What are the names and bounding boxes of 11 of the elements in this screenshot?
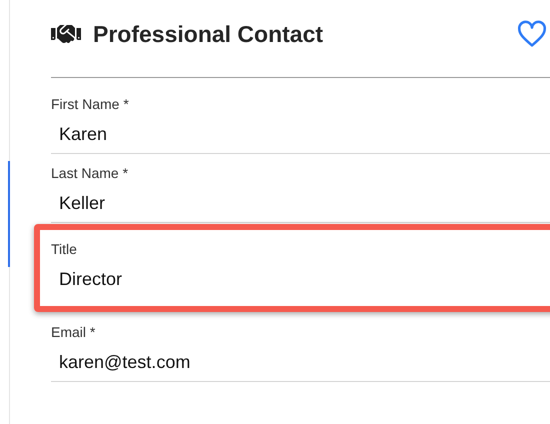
section-title: Professional Contact (93, 20, 324, 49)
text-field[interactable]: Keller (51, 182, 550, 223)
field-label: Title (51, 240, 78, 258)
heart-icon (516, 20, 548, 48)
field-label: Email * (51, 323, 96, 341)
field-label: Last Name * (51, 164, 130, 182)
favorite-button[interactable] (516, 20, 548, 48)
text-field[interactable]: karen@test.com (51, 341, 550, 382)
text-field[interactable]: Director (51, 258, 550, 298)
field-label: First Name * (51, 95, 130, 113)
text-field[interactable]: Karen (51, 113, 550, 154)
